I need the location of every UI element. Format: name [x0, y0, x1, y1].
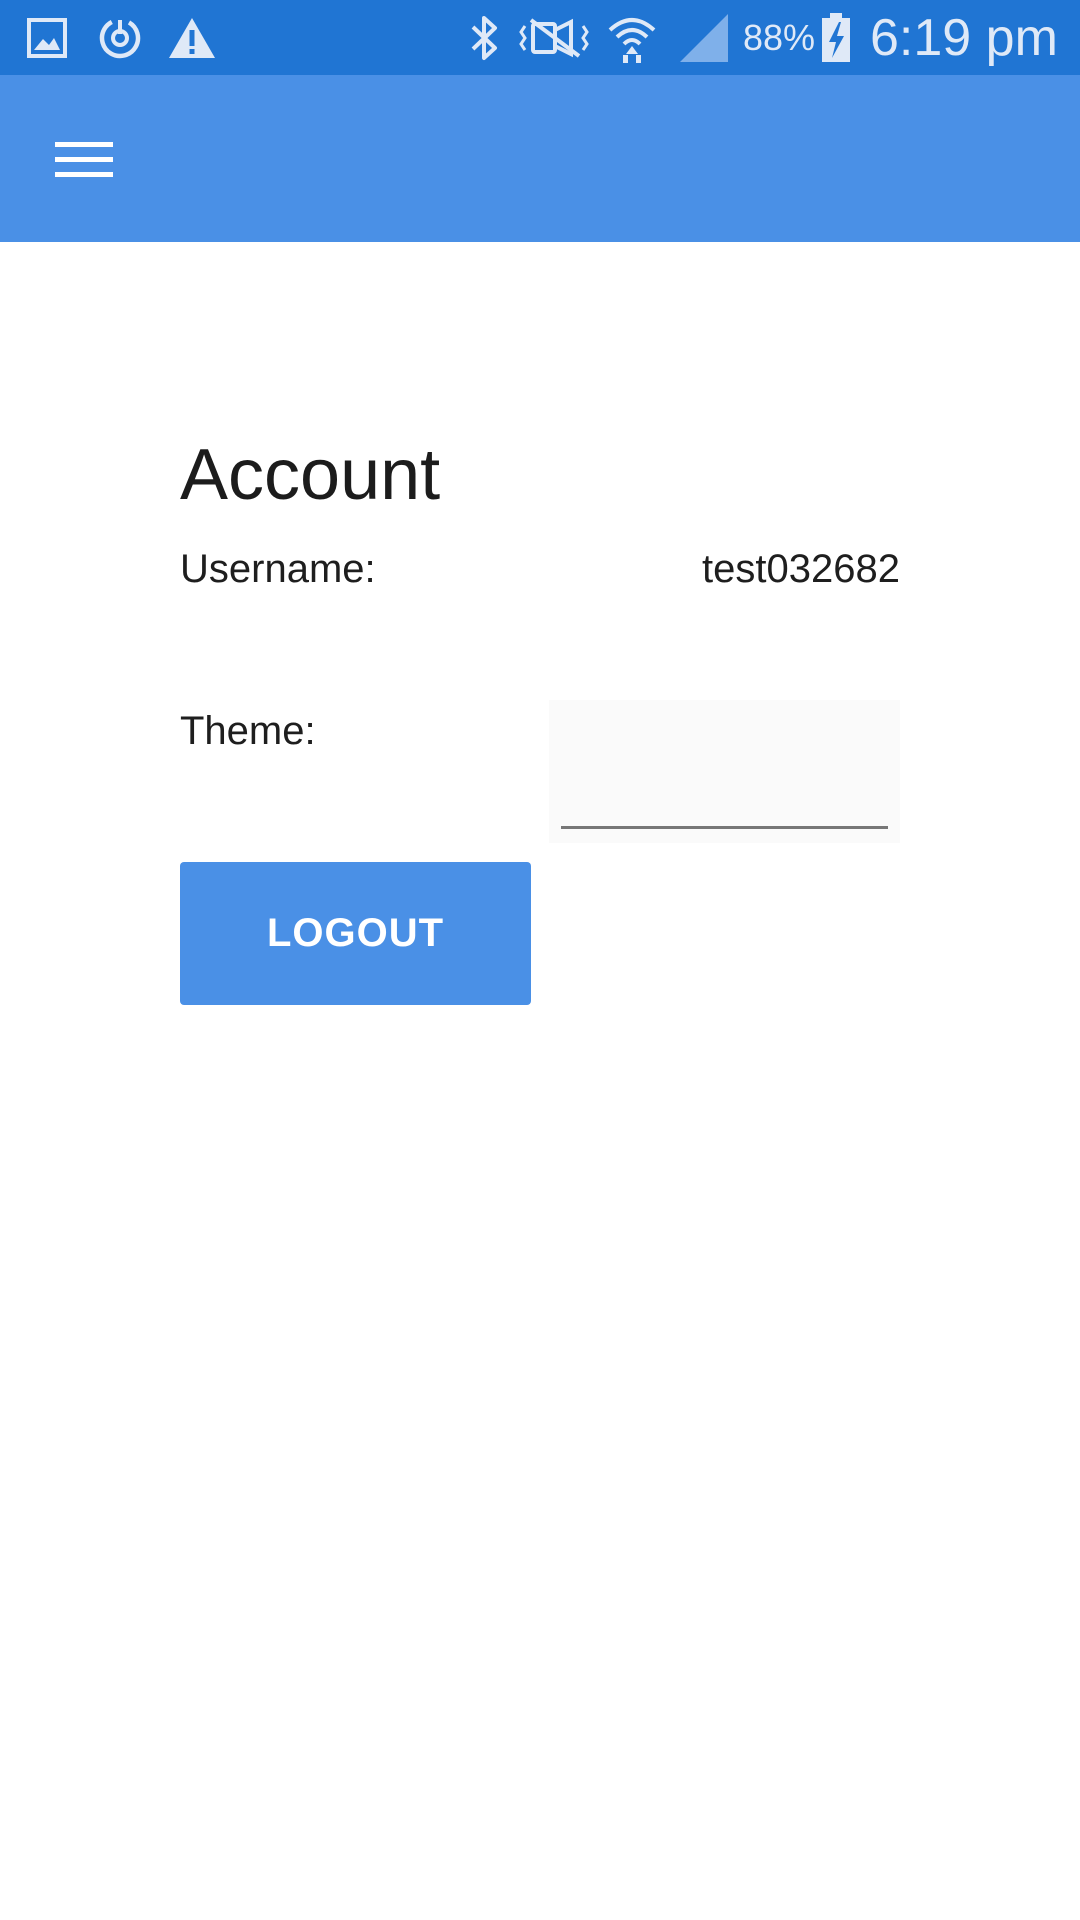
username-value: test032682 [702, 547, 900, 591]
theme-select-underline [561, 826, 888, 829]
bluetooth-icon [462, 0, 506, 75]
status-time: 6:19 pm [870, 8, 1058, 67]
battery-percent: 88% [743, 16, 816, 58]
logout-button[interactable]: LOGOUT [180, 862, 531, 1005]
wifi-icon [604, 0, 660, 75]
signal-icon [676, 0, 732, 75]
hamburger-menu-icon [55, 142, 113, 177]
warning-icon [164, 0, 220, 75]
vibrate-icon [518, 0, 590, 75]
username-label: Username: [180, 547, 376, 591]
theme-label: Theme: [180, 709, 316, 753]
menu-button[interactable] [40, 115, 128, 203]
battery-charging-icon [818, 0, 854, 75]
page-title: Account [180, 435, 441, 515]
sync-icon [92, 0, 148, 75]
status-bar: 88% 6:19 pm [0, 0, 1080, 75]
theme-select[interactable] [549, 700, 900, 843]
gallery-icon [22, 0, 72, 75]
app-bar [0, 75, 1080, 242]
